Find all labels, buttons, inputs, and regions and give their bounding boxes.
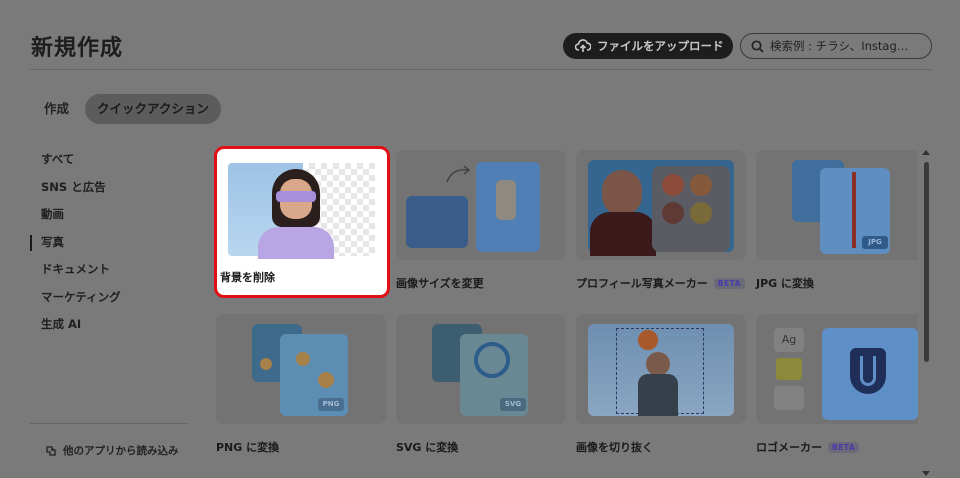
convert-png-thumbnail: PNG bbox=[216, 314, 386, 424]
remove-background-thumbnail bbox=[220, 155, 378, 259]
card-label: SVG に変換 bbox=[396, 441, 459, 454]
svg-badge: SVG bbox=[500, 398, 526, 411]
tab-quick-actions[interactable]: クイックアクション bbox=[85, 94, 221, 124]
import-apps-label: 他のアプリから読み込み bbox=[63, 445, 179, 457]
png-badge: PNG bbox=[318, 398, 344, 411]
sidebar-item-documents[interactable]: ドキュメント bbox=[30, 256, 190, 284]
card-resize-image[interactable]: 画像サイズを変更 bbox=[396, 150, 568, 291]
scroll-down-arrow-icon[interactable] bbox=[922, 471, 930, 476]
card-remove-background[interactable]: 背景を削除 bbox=[214, 146, 390, 298]
sidebar-item-marketing[interactable]: マーケティング bbox=[30, 284, 190, 312]
card-label: PNG に変換 bbox=[216, 441, 280, 454]
sidebar-item-generative-ai[interactable]: 生成 AI bbox=[30, 311, 190, 339]
upload-file-button[interactable]: ファイルをアップロード bbox=[563, 33, 733, 59]
sidebar-divider bbox=[30, 423, 188, 424]
upload-label: ファイルをアップロード bbox=[597, 39, 724, 53]
import-apps-icon bbox=[46, 445, 56, 456]
search-placeholder: 検索例 : チラシ、Instag… bbox=[770, 39, 909, 53]
beta-badge: BETA bbox=[828, 441, 860, 453]
card-crop-image[interactable]: 画像を切り抜く bbox=[576, 314, 748, 455]
sidebar-item-sns-ads[interactable]: SNS と広告 bbox=[30, 174, 190, 202]
search-input[interactable]: 検索例 : チラシ、Instag… bbox=[740, 33, 932, 59]
create-dialog: 新規作成 ファイルをアップロード 検索例 : チラシ、Instag… 作成 クイ… bbox=[0, 0, 960, 478]
category-sidebar: すべて SNS と広告 動画 写真 ドキュメント マーケティング 生成 AI bbox=[30, 146, 190, 339]
card-label: JPG に変換 bbox=[756, 277, 815, 290]
card-convert-to-png[interactable]: PNG PNG に変換 bbox=[216, 314, 388, 455]
sidebar-item-all[interactable]: すべて bbox=[30, 146, 190, 174]
curved-arrow-icon bbox=[446, 165, 471, 183]
card-label: プロフィール写真メーカー BETA bbox=[576, 275, 748, 291]
search-icon bbox=[751, 39, 764, 53]
tab-create[interactable]: 作成 bbox=[36, 94, 77, 124]
card-label: 画像を切り抜く bbox=[576, 441, 653, 454]
sidebar-item-video[interactable]: 動画 bbox=[30, 201, 190, 229]
import-from-other-apps-link[interactable]: 他のアプリから読み込み bbox=[45, 443, 179, 458]
convert-svg-thumbnail: SVG bbox=[396, 314, 566, 424]
page-title: 新規作成 bbox=[31, 36, 124, 61]
quick-action-grid: 背景を削除 画像サイズを変更 プロフィール写真メーカー BETA JPG JPG… bbox=[214, 146, 918, 478]
card-label: ロゴメーカー BETA bbox=[756, 439, 918, 455]
card-label: 画像サイズを変更 bbox=[396, 277, 484, 290]
card-logo-maker[interactable]: Ag ロゴメーカー BETA bbox=[756, 314, 918, 455]
scroll-thumb[interactable] bbox=[924, 162, 929, 362]
header-divider bbox=[30, 69, 932, 70]
sidebar-item-photo[interactable]: 写真 bbox=[30, 229, 190, 257]
scroll-up-arrow-icon[interactable] bbox=[922, 150, 930, 155]
convert-jpg-thumbnail: JPG bbox=[756, 150, 918, 260]
tab-bar: 作成 クイックアクション bbox=[36, 94, 221, 124]
card-label: 背景を削除 bbox=[220, 271, 275, 284]
jpg-badge: JPG bbox=[862, 236, 888, 249]
resize-image-thumbnail bbox=[396, 150, 566, 260]
cloud-upload-icon bbox=[575, 39, 591, 52]
card-convert-to-svg[interactable]: SVG SVG に変換 bbox=[396, 314, 568, 455]
logo-maker-thumbnail: Ag bbox=[756, 314, 918, 424]
font-sample: Ag bbox=[774, 328, 804, 352]
profile-photo-thumbnail bbox=[576, 150, 746, 260]
card-profile-photo-maker[interactable]: プロフィール写真メーカー BETA bbox=[576, 150, 748, 291]
beta-badge: BETA bbox=[713, 277, 745, 289]
crop-image-thumbnail bbox=[576, 314, 746, 424]
grid-scrollbar[interactable] bbox=[922, 150, 930, 476]
card-convert-to-jpg[interactable]: JPG JPG に変換 bbox=[756, 150, 918, 291]
